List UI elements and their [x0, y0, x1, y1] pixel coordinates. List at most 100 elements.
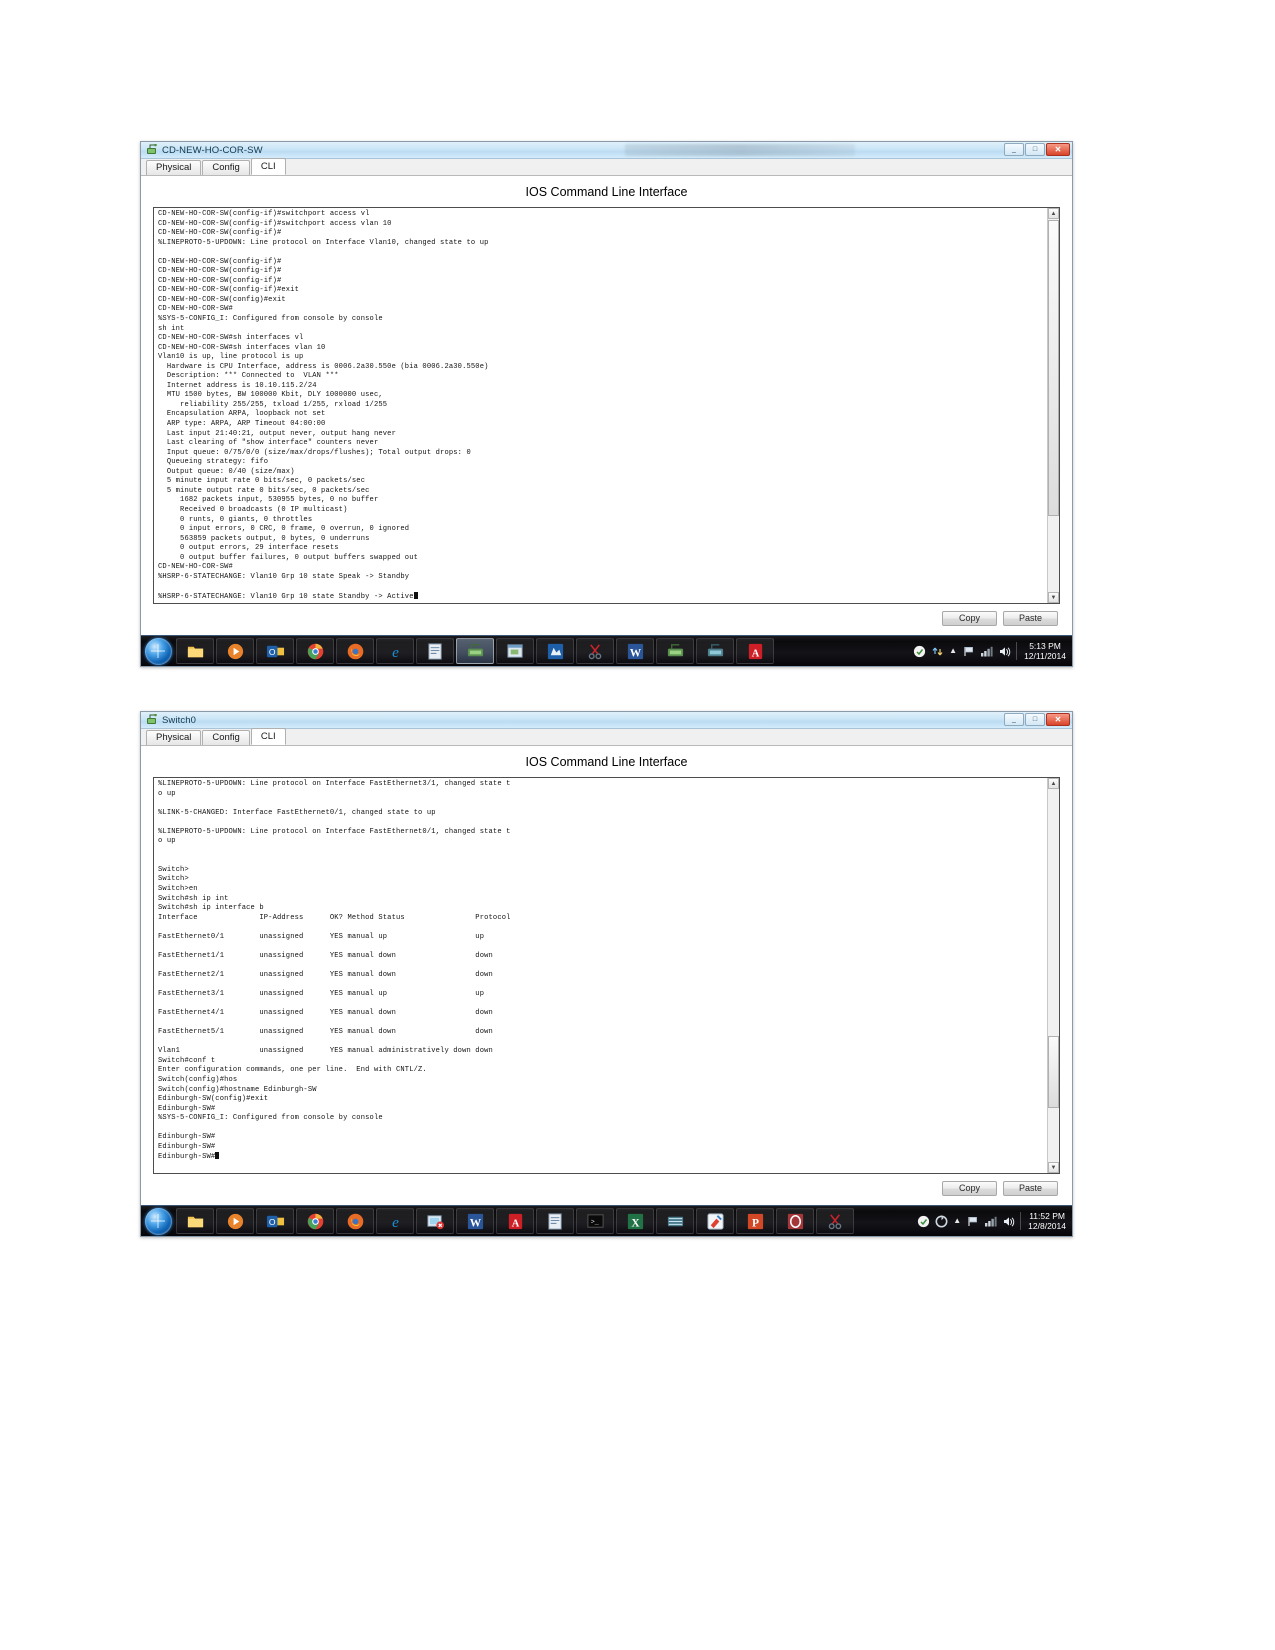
copy-button[interactable]: Copy: [942, 611, 997, 626]
svg-text:P: P: [752, 1217, 759, 1229]
taskbar-item-packet-tracer-alt2-icon[interactable]: [696, 638, 734, 664]
taskbar-item-packet-tracer-icon[interactable]: [416, 1208, 454, 1234]
minimize-button[interactable]: _: [1004, 713, 1024, 726]
copy-button[interactable]: Copy: [942, 1181, 997, 1196]
tab-physical[interactable]: Physical: [146, 160, 202, 175]
cli-window-1[interactable]: CD-NEW-HO-COR-SW _ □ ✕ Physical Config C…: [140, 141, 1073, 667]
taskbar-item-powerpoint-icon[interactable]: P: [736, 1208, 774, 1234]
action-center-icon[interactable]: [917, 1215, 930, 1228]
window-titlebar[interactable]: CD-NEW-HO-COR-SW _ □ ✕: [141, 142, 1072, 159]
taskbar-clock[interactable]: 11:52 PM 12/8/2014: [1026, 1211, 1066, 1231]
terminal-scrollbar[interactable]: ▲ ▼: [1047, 778, 1059, 1173]
network-icon[interactable]: [984, 1215, 997, 1228]
system-tray[interactable]: ▲ 11:52 PM 12/8/2014: [917, 1211, 1070, 1231]
taskbar-item-outlook-icon[interactable]: O: [256, 1208, 294, 1234]
tab-config[interactable]: Config: [202, 160, 250, 175]
taskbar-item-chrome-icon[interactable]: [296, 638, 334, 664]
taskbar-item-packet-tracer-window-icon[interactable]: [496, 638, 534, 664]
close-button[interactable]: ✕: [1046, 143, 1070, 156]
start-button[interactable]: [145, 637, 172, 665]
volume-icon[interactable]: [1002, 1215, 1015, 1228]
taskbar-item-command-prompt-icon[interactable]: >_: [576, 1208, 614, 1234]
svg-text:X: X: [631, 1217, 640, 1229]
minimize-button[interactable]: _: [1004, 143, 1024, 156]
svg-text:e: e: [392, 1214, 399, 1231]
taskbar-item-acrobat-reader-icon[interactable]: A: [736, 638, 774, 664]
taskbar-item-media-player-icon[interactable]: [216, 1208, 254, 1234]
window-controls[interactable]: _ □ ✕: [1004, 143, 1070, 156]
taskbar-item-notepad-icon[interactable]: [416, 638, 454, 664]
window-titlebar[interactable]: Switch0 _ □ ✕: [141, 712, 1072, 729]
taskbar-item-notepad-icon[interactable]: [536, 1208, 574, 1234]
packet-tracer-device-icon: [146, 714, 158, 726]
taskbar-item-windows-explorer-icon[interactable]: [176, 638, 214, 664]
tab-strip[interactable]: Physical Config CLI: [141, 158, 1072, 176]
terminal-panel[interactable]: %LINEPROTO-5-UPDOWN: Line protocol on In…: [153, 777, 1060, 1174]
taskbar-item-packet-tracer-alt-icon[interactable]: [656, 1208, 694, 1234]
tab-cli[interactable]: CLI: [250, 158, 286, 175]
action-center-icon[interactable]: [913, 645, 926, 658]
taskbar-item-excel-icon[interactable]: X: [616, 1208, 654, 1234]
clock-time: 11:52 PM: [1029, 1211, 1065, 1221]
flag-icon[interactable]: [966, 1215, 979, 1228]
terminal-output[interactable]: CD-NEW-HO-COR-SW(config-if)#switchport a…: [154, 208, 1047, 603]
taskbar-item-acrobat-reader-icon[interactable]: A: [496, 1208, 534, 1234]
taskbar-item-packet-tracer-icon[interactable]: [456, 638, 494, 664]
tab-strip[interactable]: Physical Config CLI: [141, 728, 1072, 746]
taskbar-item-word-icon[interactable]: W: [456, 1208, 494, 1234]
taskbar-item-paint-icon[interactable]: [696, 1208, 734, 1234]
close-button[interactable]: ✕: [1046, 713, 1070, 726]
taskbar-clock[interactable]: 5:13 PM 12/11/2014: [1022, 641, 1066, 661]
window-body: IOS Command Line Interface %LINEPROTO-5-…: [141, 746, 1072, 1205]
action-button-row: Copy Paste: [141, 604, 1072, 634]
taskbar-1[interactable]: O e W A ▲ 5:13 PM 12/11/2014: [141, 635, 1072, 666]
scrollbar-thumb[interactable]: [1048, 1036, 1059, 1108]
taskbar-item-internet-explorer-icon[interactable]: e: [376, 638, 414, 664]
network-transfer-icon[interactable]: [931, 645, 944, 658]
taskbar-item-media-player-icon[interactable]: [216, 638, 254, 664]
taskbar-item-outlook-icon[interactable]: O: [256, 638, 294, 664]
tab-cli[interactable]: CLI: [250, 728, 286, 745]
packet-tracer-device-icon: [146, 144, 158, 156]
cli-window-2[interactable]: Switch0 _ □ ✕ Physical Config CLI IOS Co…: [140, 711, 1073, 1237]
volume-icon[interactable]: [998, 645, 1011, 658]
paste-button[interactable]: Paste: [1003, 1181, 1058, 1196]
scroll-down-button[interactable]: ▼: [1048, 1162, 1059, 1173]
show-hidden-icons-button[interactable]: ▲: [949, 647, 957, 655]
paste-button[interactable]: Paste: [1003, 611, 1058, 626]
flag-icon[interactable]: [962, 645, 975, 658]
scroll-up-button[interactable]: ▲: [1048, 778, 1059, 789]
clock-date: 12/11/2014: [1024, 651, 1066, 661]
tab-config[interactable]: Config: [202, 730, 250, 745]
taskbar-item-packet-tracer-alt-icon[interactable]: [656, 638, 694, 664]
taskbar-item-visio-icon[interactable]: [536, 638, 574, 664]
show-hidden-icons-button[interactable]: ▲: [953, 1217, 961, 1225]
taskbar-item-snipping-tool-icon[interactable]: [816, 1208, 854, 1234]
taskbar-item-windows-explorer-icon[interactable]: [176, 1208, 214, 1234]
network-icon[interactable]: [980, 645, 993, 658]
terminal-panel[interactable]: CD-NEW-HO-COR-SW(config-if)#switchport a…: [153, 207, 1060, 604]
taskbar-item-internet-explorer-icon[interactable]: e: [376, 1208, 414, 1234]
taskbar-item-firefox-icon[interactable]: [336, 638, 374, 664]
panel-heading: IOS Command Line Interface: [525, 755, 688, 769]
start-button[interactable]: [145, 1207, 172, 1235]
maximize-button[interactable]: □: [1025, 713, 1045, 726]
taskbar-item-access-icon[interactable]: [776, 1208, 814, 1234]
taskbar-item-word-icon[interactable]: W: [616, 638, 654, 664]
window-controls[interactable]: _ □ ✕: [1004, 713, 1070, 726]
sync-icon[interactable]: [935, 1215, 948, 1228]
taskbar-item-snipping-tool-icon[interactable]: [576, 638, 614, 664]
taskbar-item-chrome-icon[interactable]: [296, 1208, 334, 1234]
svg-text:W: W: [629, 647, 641, 659]
system-tray[interactable]: ▲ 5:13 PM 12/11/2014: [913, 641, 1070, 661]
tab-physical[interactable]: Physical: [146, 730, 202, 745]
taskbar-item-firefox-icon[interactable]: [336, 1208, 374, 1234]
scrollbar-thumb[interactable]: [1048, 220, 1059, 516]
terminal-output[interactable]: %LINEPROTO-5-UPDOWN: Line protocol on In…: [154, 778, 1047, 1173]
scroll-up-button[interactable]: ▲: [1048, 208, 1059, 219]
scroll-down-button[interactable]: ▼: [1048, 592, 1059, 603]
svg-text:>_: >_: [590, 1217, 598, 1225]
maximize-button[interactable]: □: [1025, 143, 1045, 156]
terminal-scrollbar[interactable]: ▲ ▼: [1047, 208, 1059, 603]
taskbar-2[interactable]: O e W A >_ X P ▲ 11:52 PM 12/8/2014: [141, 1205, 1072, 1236]
